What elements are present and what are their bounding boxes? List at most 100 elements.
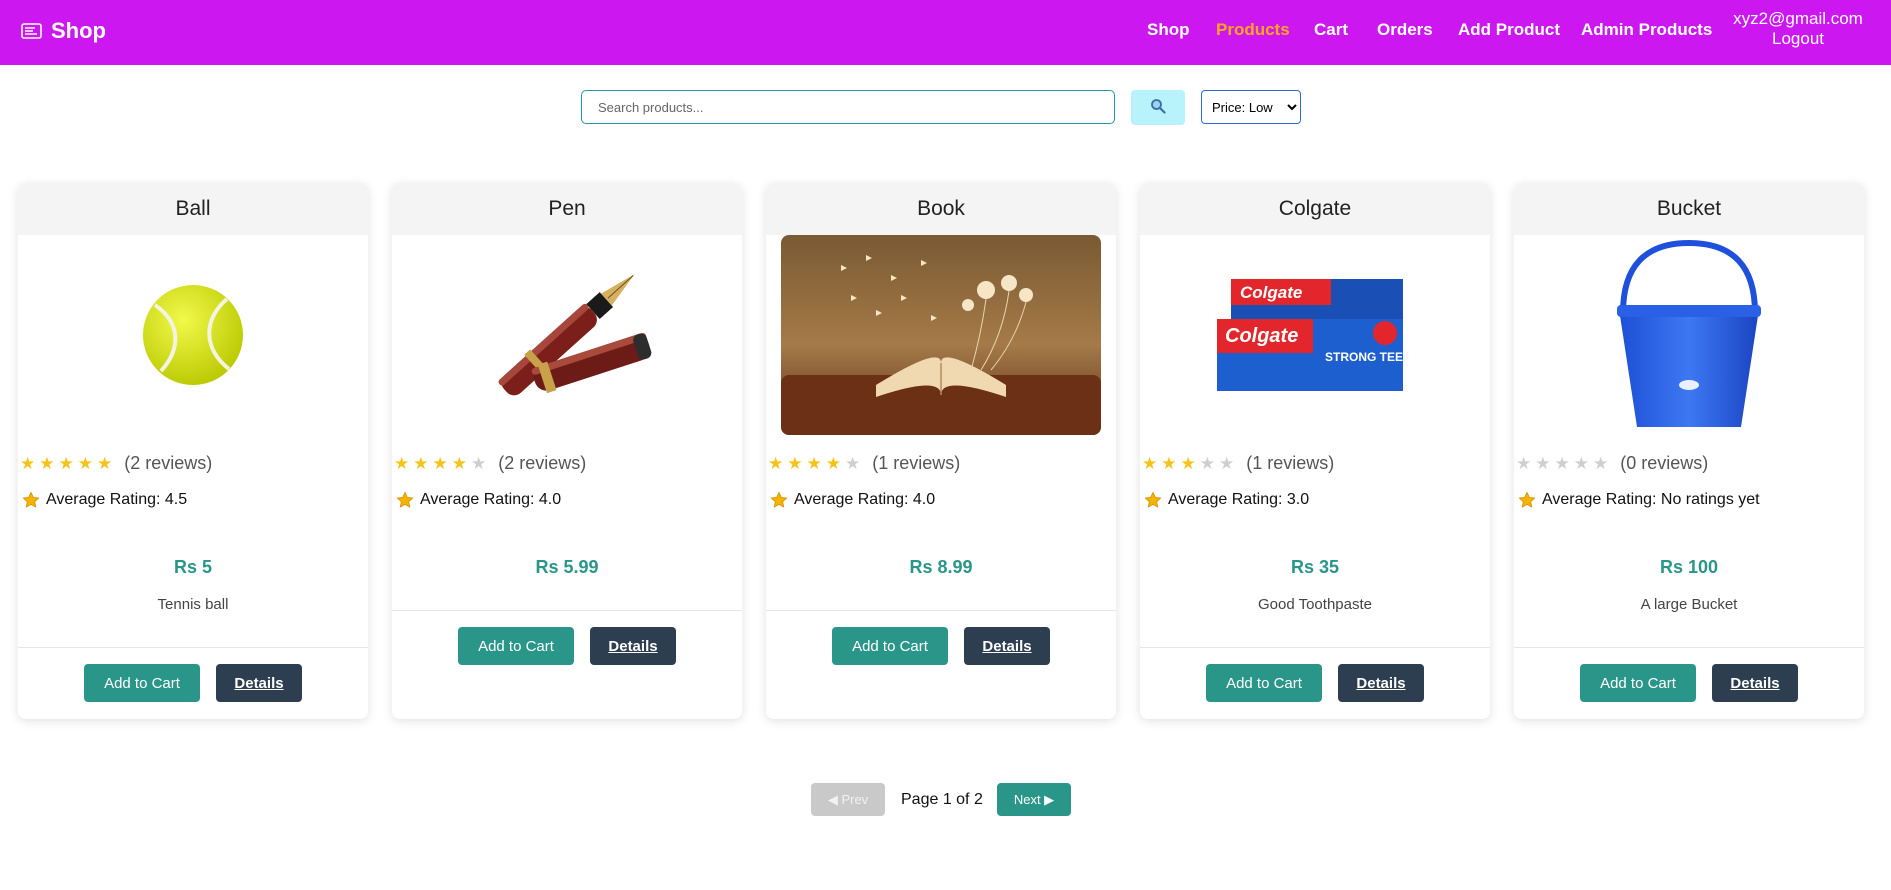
divider <box>392 610 742 611</box>
add-to-cart-button[interactable]: Add to Cart <box>1206 664 1322 702</box>
review-count: (1 reviews) <box>1246 453 1335 473</box>
brand[interactable]: Shop <box>21 0 106 62</box>
star-icon: ★ <box>1593 454 1609 473</box>
star-icon: ★ <box>58 454 74 473</box>
user-email: xyz2@gmail.com <box>1733 9 1863 28</box>
product-title: Colgate <box>1140 183 1490 235</box>
product-description: A large Bucket <box>1640 596 1738 613</box>
fountain-pen-image <box>392 235 742 435</box>
add-to-cart-button[interactable]: Add to Cart <box>84 664 200 702</box>
product-title: Bucket <box>1514 183 1864 235</box>
details-button[interactable]: Details <box>590 627 676 665</box>
star-icon: ★ <box>845 454 861 473</box>
product-title: Book <box>766 183 1116 235</box>
user-menu: xyz2@gmail.com Logout <box>1733 9 1863 49</box>
navbar: Shop Shop Products Cart Orders Add Produ… <box>0 0 1891 65</box>
card-actions: Add to Cart Details <box>392 627 742 665</box>
divider <box>1514 647 1864 648</box>
star-icon: ★ <box>806 454 822 473</box>
nav-link-orders[interactable]: Orders <box>1377 20 1433 40</box>
review-count: (2 reviews) <box>498 453 587 473</box>
colgate-brand-text: Colgate <box>1225 325 1298 347</box>
average-rating-label: Average Rating: 4.0 <box>420 491 562 508</box>
review-count: (2 reviews) <box>124 453 213 473</box>
star-icon: ★ <box>1161 454 1177 473</box>
product-price: Rs 5 <box>173 557 213 577</box>
rating-stars: ★ ★ ★ ★ ★ (0 reviews) <box>1516 453 1708 474</box>
rating-stars: ★ ★ ★ ★ ★ (2 reviews) <box>394 453 586 474</box>
nav-link-cart[interactable]: Cart <box>1314 20 1348 40</box>
details-button[interactable]: Details <box>1712 664 1798 702</box>
product-price: Rs 35 <box>1290 557 1340 577</box>
product-price: Rs 5.99 <box>535 557 599 577</box>
card-actions: Add to Cart Details <box>1140 664 1490 702</box>
card-actions: Add to Cart Details <box>18 664 368 702</box>
divider <box>766 610 1116 611</box>
details-button[interactable]: Details <box>1338 664 1424 702</box>
star-icon <box>22 491 40 508</box>
details-button[interactable]: Details <box>964 627 1050 665</box>
product-card: Ball ★ ★ ★ ★ ★ (2 reviews) Average Ratin… <box>18 183 368 719</box>
average-rating: Average Rating: 4.0 <box>396 491 561 509</box>
average-rating-label: Average Rating: 4.0 <box>794 491 936 508</box>
search-input[interactable] <box>581 90 1115 124</box>
sort-select[interactable]: Price: Low <box>1201 90 1301 124</box>
star-icon: ★ <box>1516 454 1532 473</box>
product-card: Book ★ ★ ★ ★ ★ (1 reviews) Average Ratin… <box>766 183 1116 719</box>
review-count: (0 reviews) <box>1620 453 1709 473</box>
star-icon: ★ <box>825 454 841 473</box>
nav-link-products[interactable]: Products <box>1216 20 1290 40</box>
average-rating: Average Rating: 4.0 <box>770 491 935 509</box>
star-icon: ★ <box>1142 454 1158 473</box>
star-icon: ★ <box>97 454 113 473</box>
next-page-button[interactable]: Next ▶ <box>997 783 1071 816</box>
average-rating: Average Rating: 3.0 <box>1144 491 1309 509</box>
card-actions: Add to Cart Details <box>1514 664 1864 702</box>
star-icon <box>1144 491 1162 508</box>
divider <box>18 647 368 648</box>
details-button[interactable]: Details <box>216 664 302 702</box>
star-icon: ★ <box>451 454 467 473</box>
product-price: Rs 100 <box>1659 557 1719 577</box>
rating-stars: ★ ★ ★ ★ ★ (1 reviews) <box>768 453 960 474</box>
average-rating-label: Average Rating: 4.5 <box>46 491 188 508</box>
average-rating: Average Rating: 4.5 <box>22 491 187 509</box>
star-icon: ★ <box>1180 454 1196 473</box>
star-icon <box>1518 491 1536 508</box>
tennis-ball-image <box>18 235 368 435</box>
star-icon: ★ <box>432 454 448 473</box>
rating-stars: ★ ★ ★ ★ ★ (2 reviews) <box>20 453 212 474</box>
card-actions: Add to Cart Details <box>766 627 1116 665</box>
nav-link-shop[interactable]: Shop <box>1147 20 1190 40</box>
product-title: Pen <box>392 183 742 235</box>
magnifier-icon <box>1150 98 1166 117</box>
add-to-cart-button[interactable]: Add to Cart <box>458 627 574 665</box>
star-icon: ★ <box>471 454 487 473</box>
average-rating-label: Average Rating: No ratings yet <box>1542 491 1760 508</box>
star-icon: ★ <box>1554 454 1570 473</box>
nav-link-admin-products[interactable]: Admin Products <box>1581 20 1712 40</box>
colgate-brand-text: Colgate <box>1240 283 1302 302</box>
average-rating-label: Average Rating: 3.0 <box>1168 491 1310 508</box>
star-icon: ★ <box>39 454 55 473</box>
product-description: Good Toothpaste <box>1258 596 1372 613</box>
prev-page-button[interactable]: ◀ Prev <box>811 783 885 816</box>
toothpaste-image: Colgate Colgate STRONG TEETH <box>1140 235 1490 435</box>
product-card: Pen ★ ★ ★ ★ ★ (2 reviews) Average Rating… <box>392 183 742 719</box>
star-icon <box>770 491 788 508</box>
page-indicator: Page 1 of 2 <box>901 791 983 808</box>
star-icon: ★ <box>1573 454 1589 473</box>
product-card: Colgate Colgate Colgate STRONG TEETH ★ ★… <box>1140 183 1490 719</box>
search-button[interactable] <box>1131 90 1185 125</box>
average-rating: Average Rating: No ratings yet <box>1518 491 1760 509</box>
nav-link-add-product[interactable]: Add Product <box>1458 20 1560 40</box>
add-to-cart-button[interactable]: Add to Cart <box>1580 664 1696 702</box>
star-icon: ★ <box>768 454 784 473</box>
star-icon: ★ <box>1199 454 1215 473</box>
star-icon: ★ <box>77 454 93 473</box>
logout-link[interactable]: Logout <box>1733 29 1863 49</box>
divider <box>1140 647 1490 648</box>
product-price: Rs 8.99 <box>909 557 973 577</box>
store-icon <box>21 22 42 40</box>
add-to-cart-button[interactable]: Add to Cart <box>832 627 948 665</box>
